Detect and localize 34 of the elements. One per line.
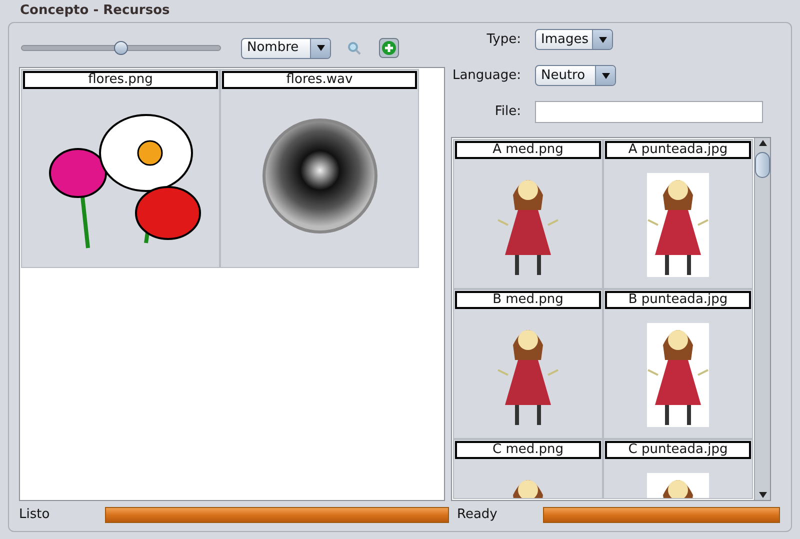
file-name-label: B punteada.jpg [605,291,751,309]
resource-tile[interactable]: B med.png [453,289,603,439]
scroll-down-icon[interactable] [758,492,766,498]
file-name-label: C punteada.jpg [605,441,751,459]
status-text: Ready [457,506,498,524]
file-name-label: flores.wav [222,71,417,89]
resource-tile[interactable]: flores.png [21,69,220,268]
file-name-label: A med.png [455,141,601,159]
sort-dropdown[interactable]: Nombre [241,38,331,58]
slider-thumb[interactable] [114,41,128,55]
field-label: File: [494,103,521,122]
resource-tile[interactable]: B punteada.jpg [603,289,753,439]
resource-tile[interactable]: flores.wav [220,69,419,268]
filter-dropdown[interactable]: Neutro [535,65,616,86]
search-icon[interactable] [347,41,361,55]
window-title: Concepto - Recursos [19,2,171,20]
scroll-up-icon[interactable] [758,140,766,146]
status-text: Listo [19,506,51,524]
resource-tile[interactable]: C punteada.jpg [603,439,753,499]
field-label: Language: [451,66,521,85]
file-name-label: B med.png [455,291,601,309]
resource-tile[interactable]: C med.png [453,439,603,499]
girl-illustration [647,473,709,498]
filter-dropdown[interactable]: Images [535,29,613,50]
file-input-field[interactable] [535,101,763,123]
resource-tile[interactable]: A punteada.jpg [603,139,753,289]
file-name-label: A punteada.jpg [605,141,751,159]
plus-icon [382,41,396,55]
resource-tile[interactable]: A med.png [453,139,603,289]
field-label: Type: [486,30,521,49]
scroll-thumb[interactable] [755,152,770,178]
file-name-label: flores.png [23,71,218,89]
file-name-label: C med.png [455,441,601,459]
add-button[interactable] [379,38,399,58]
